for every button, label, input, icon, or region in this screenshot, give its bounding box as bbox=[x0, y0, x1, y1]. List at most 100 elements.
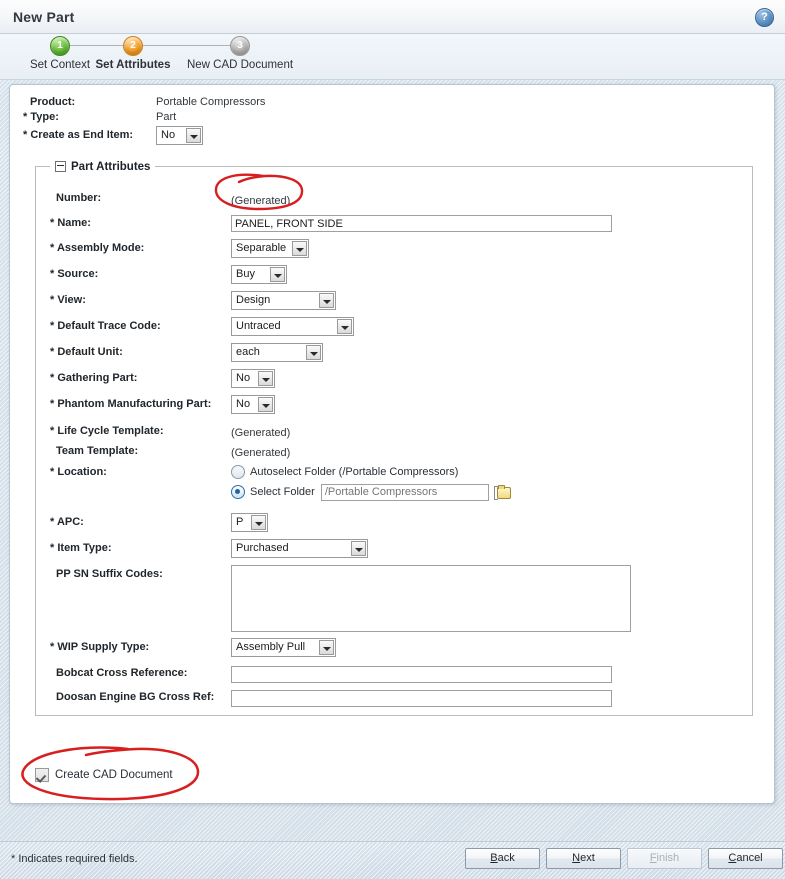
team-template-wrap: (Generated) bbox=[231, 444, 290, 462]
wizard-step-indicator: 1 Set Context 2 Set Attributes 3 New CAD… bbox=[0, 34, 785, 80]
header-row-type: * Type: Part bbox=[10, 111, 774, 126]
location-option-autoselect[interactable]: Autoselect Folder (/Portable Compressors… bbox=[231, 464, 511, 480]
item-type-select[interactable]: Purchased bbox=[231, 539, 368, 558]
next-button-label: ext bbox=[580, 852, 595, 864]
assembly-mode-value: Separable bbox=[236, 242, 287, 254]
wip-supply-type-select[interactable]: Assembly Pull bbox=[231, 638, 336, 657]
field-row-team-template: Team Template: (Generated) bbox=[36, 442, 752, 464]
create-cad-document-row[interactable]: Create CAD Document bbox=[35, 768, 173, 782]
required-asterisk: * bbox=[50, 516, 55, 528]
gathering-part-label: * Gathering Part: bbox=[50, 372, 240, 384]
assembly-mode-select[interactable]: Separable bbox=[231, 239, 309, 258]
default-trace-code-select[interactable]: Untraced bbox=[231, 317, 354, 336]
chevron-down-icon bbox=[186, 128, 201, 143]
step-3-label: New CAD Document bbox=[186, 59, 294, 71]
phantom-manufacturing-part-label: * Phantom Manufacturing Part: bbox=[50, 398, 250, 410]
apc-select[interactable]: P bbox=[231, 513, 268, 532]
view-label: * View: bbox=[50, 294, 240, 306]
gathering-part-wrap: No bbox=[231, 369, 275, 388]
phantom-manufacturing-part-select[interactable]: No bbox=[231, 395, 275, 414]
select-folder-radio[interactable] bbox=[231, 485, 245, 499]
main-form-panel: Product: Portable Compressors * Type: Pa… bbox=[9, 84, 775, 804]
pp-sn-suffix-codes-wrap bbox=[231, 565, 631, 635]
wip-supply-type-label: * WIP Supply Type: bbox=[50, 641, 240, 653]
chevron-down-icon bbox=[337, 319, 352, 334]
required-asterisk: * bbox=[50, 398, 55, 410]
source-label-text: Source: bbox=[57, 268, 99, 280]
apc-wrap: P bbox=[231, 513, 268, 532]
field-row-location: * Location: Autoselect Folder (/Portable… bbox=[36, 463, 752, 509]
view-select[interactable]: Design bbox=[231, 291, 336, 310]
required-asterisk: * bbox=[50, 542, 55, 554]
life-cycle-template-value: (Generated) bbox=[231, 427, 291, 439]
autoselect-folder-radio[interactable] bbox=[231, 465, 245, 479]
create-cad-document-label: Create CAD Document bbox=[55, 769, 173, 781]
pp-sn-suffix-codes-textarea[interactable] bbox=[231, 565, 631, 632]
default-unit-select[interactable]: each bbox=[231, 343, 323, 362]
wizard-step-set-context[interactable]: 1 Set Context bbox=[20, 36, 100, 71]
required-asterisk: * bbox=[50, 320, 55, 332]
required-asterisk: * bbox=[50, 294, 55, 306]
required-asterisk: * bbox=[23, 129, 28, 141]
next-button-mnemonic: N bbox=[572, 852, 581, 864]
create-as-end-item-select[interactable]: No bbox=[156, 126, 203, 145]
pp-sn-suffix-codes-label-text: PP SN Suffix Codes: bbox=[56, 568, 163, 580]
field-row-default-unit: * Default Unit: each bbox=[36, 343, 752, 365]
gathering-part-select[interactable]: No bbox=[231, 369, 275, 388]
bobcat-cross-reference-label: Bobcat Cross Reference: bbox=[56, 667, 246, 679]
back-button[interactable]: Back bbox=[465, 848, 540, 869]
name-input[interactable] bbox=[231, 215, 612, 232]
number-label-text: Number: bbox=[56, 192, 102, 204]
location-label-text: Location: bbox=[57, 466, 107, 478]
cancel-button[interactable]: Cancel bbox=[708, 848, 783, 869]
wip-supply-type-label-text: WIP Supply Type: bbox=[57, 641, 150, 653]
wizard-step-new-cad-document[interactable]: 3 New CAD Document bbox=[168, 36, 312, 71]
type-label-text: Type: bbox=[30, 111, 59, 123]
wip-supply-type-wrap: Assembly Pull bbox=[231, 638, 336, 657]
create-cad-document-checkbox[interactable] bbox=[35, 768, 49, 782]
help-icon[interactable]: ? bbox=[755, 8, 774, 27]
phantom-manufacturing-part-label-text: Phantom Manufacturing Part: bbox=[57, 398, 212, 410]
required-asterisk: * bbox=[50, 372, 55, 384]
required-asterisk: * bbox=[50, 217, 55, 229]
required-asterisk: * bbox=[50, 641, 55, 653]
cancel-button-label: ancel bbox=[736, 852, 763, 864]
step-1-label: Set Context bbox=[29, 59, 91, 71]
create-as-end-item-label: * Create as End Item: bbox=[23, 129, 133, 141]
default-trace-code-wrap: Untraced bbox=[231, 317, 354, 336]
step-1-bullet: 1 bbox=[50, 36, 70, 56]
finish-button: Finish bbox=[627, 848, 702, 869]
source-label: * Source: bbox=[50, 268, 240, 280]
required-asterisk: * bbox=[50, 425, 55, 437]
field-row-view: * View: Design bbox=[36, 291, 752, 313]
product-label: Product: bbox=[30, 96, 76, 108]
doosan-engine-bg-cross-ref-label-text: Doosan Engine BG Cross Ref: bbox=[56, 691, 215, 703]
select-folder-input[interactable] bbox=[320, 483, 489, 501]
select-folder-label: Select Folder bbox=[250, 486, 315, 498]
location-option-select[interactable]: Select Folder bbox=[231, 482, 511, 502]
source-value: Buy bbox=[236, 268, 255, 280]
create-as-end-item-value: No bbox=[161, 129, 176, 141]
wizard-step-set-attributes[interactable]: 2 Set Attributes bbox=[92, 36, 174, 71]
apc-label: * APC: bbox=[50, 516, 240, 528]
gathering-part-label-text: Gathering Part: bbox=[57, 372, 138, 384]
phantom-manufacturing-part-wrap: No bbox=[231, 395, 275, 414]
required-asterisk: * bbox=[50, 242, 55, 254]
source-select[interactable]: Buy bbox=[231, 265, 287, 284]
field-row-phantom-manufacturing-part: * Phantom Manufacturing Part: No bbox=[36, 395, 752, 417]
chevron-down-icon bbox=[351, 541, 366, 556]
name-label-text: Name: bbox=[57, 217, 91, 229]
finish-button-mnemonic: F bbox=[649, 852, 657, 864]
collapse-minus-icon[interactable] bbox=[55, 161, 66, 172]
next-button[interactable]: Next bbox=[546, 848, 621, 869]
autoselect-folder-label: Autoselect Folder (/Portable Compressors… bbox=[250, 466, 459, 478]
assembly-mode-wrap: Separable bbox=[231, 239, 309, 258]
doosan-engine-bg-cross-ref-label: Doosan Engine BG Cross Ref: bbox=[56, 691, 256, 703]
folder-browse-icon[interactable] bbox=[493, 484, 511, 500]
bobcat-cross-reference-input[interactable] bbox=[231, 666, 612, 683]
doosan-engine-bg-cross-ref-input[interactable] bbox=[231, 690, 612, 707]
part-attributes-legend: Part Attributes bbox=[50, 159, 156, 174]
field-row-number: Number: (Generated) bbox=[36, 189, 752, 211]
field-row-default-trace-code: * Default Trace Code: Untraced bbox=[36, 317, 752, 339]
default-unit-wrap: each bbox=[231, 343, 323, 362]
